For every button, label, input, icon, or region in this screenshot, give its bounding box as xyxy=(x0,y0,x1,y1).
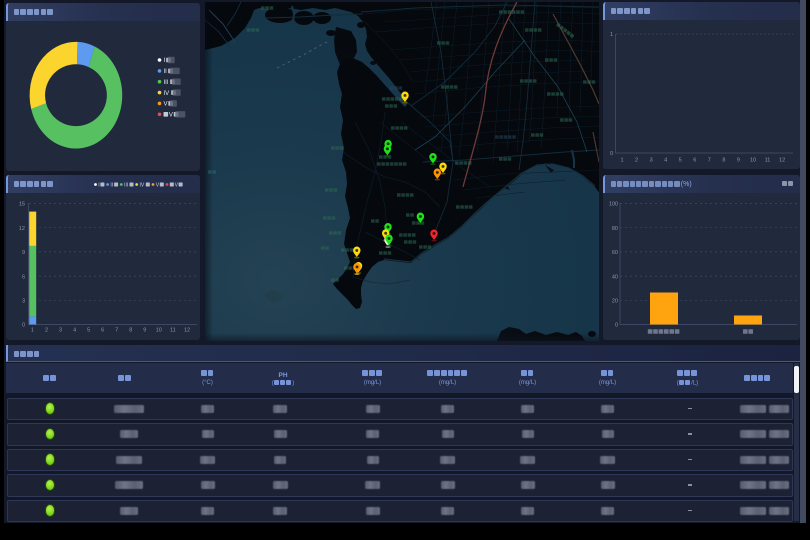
svg-text:12: 12 xyxy=(779,158,785,164)
svg-text:I: I xyxy=(164,58,166,64)
svg-text:V: V xyxy=(169,113,173,119)
svg-text:6: 6 xyxy=(22,274,25,280)
svg-text:III: III xyxy=(124,183,128,189)
svg-text:II: II xyxy=(110,183,113,189)
svg-text:9: 9 xyxy=(737,158,740,164)
svg-text:7: 7 xyxy=(708,158,711,164)
svg-text:7: 7 xyxy=(115,328,118,334)
svg-text:5: 5 xyxy=(87,328,90,334)
svg-text:1: 1 xyxy=(610,32,613,38)
svg-text:100: 100 xyxy=(609,202,618,208)
svg-text:20: 20 xyxy=(612,299,618,305)
svg-text:6: 6 xyxy=(693,158,696,164)
svg-text:IV: IV xyxy=(164,91,170,97)
svg-text:I: I xyxy=(98,183,99,189)
svg-text:4: 4 xyxy=(73,328,76,334)
svg-text:3: 3 xyxy=(59,328,62,334)
svg-text:60: 60 xyxy=(612,250,618,256)
svg-text:11: 11 xyxy=(170,328,176,334)
svg-text:V: V xyxy=(156,183,160,189)
svg-text:8: 8 xyxy=(129,328,132,334)
svg-text:80: 80 xyxy=(612,226,618,232)
svg-text:9: 9 xyxy=(143,328,146,334)
svg-text:2: 2 xyxy=(635,158,638,164)
svg-text:12: 12 xyxy=(19,226,25,232)
svg-text:2: 2 xyxy=(45,328,48,334)
svg-text:5: 5 xyxy=(679,158,682,164)
svg-text:3: 3 xyxy=(22,299,25,305)
svg-text:40: 40 xyxy=(612,274,618,280)
svg-text:0: 0 xyxy=(22,323,25,329)
svg-text:1: 1 xyxy=(31,328,34,334)
svg-text:10: 10 xyxy=(156,328,162,334)
svg-text:V: V xyxy=(164,102,168,108)
svg-text:II: II xyxy=(164,69,168,75)
svg-text:8: 8 xyxy=(722,158,725,164)
svg-text:4: 4 xyxy=(664,158,667,164)
svg-text:1: 1 xyxy=(620,158,623,164)
svg-text:15: 15 xyxy=(19,202,25,208)
svg-text:6: 6 xyxy=(101,328,104,334)
svg-text:0: 0 xyxy=(610,151,613,157)
svg-text:3: 3 xyxy=(650,158,653,164)
svg-text:10: 10 xyxy=(750,158,756,164)
svg-text:11: 11 xyxy=(765,158,771,164)
svg-text:12: 12 xyxy=(184,328,190,334)
svg-text:9: 9 xyxy=(22,250,25,256)
svg-text:IV: IV xyxy=(140,183,145,189)
svg-text:V: V xyxy=(175,182,179,188)
svg-text:0: 0 xyxy=(615,323,618,329)
svg-text:III: III xyxy=(164,80,169,86)
